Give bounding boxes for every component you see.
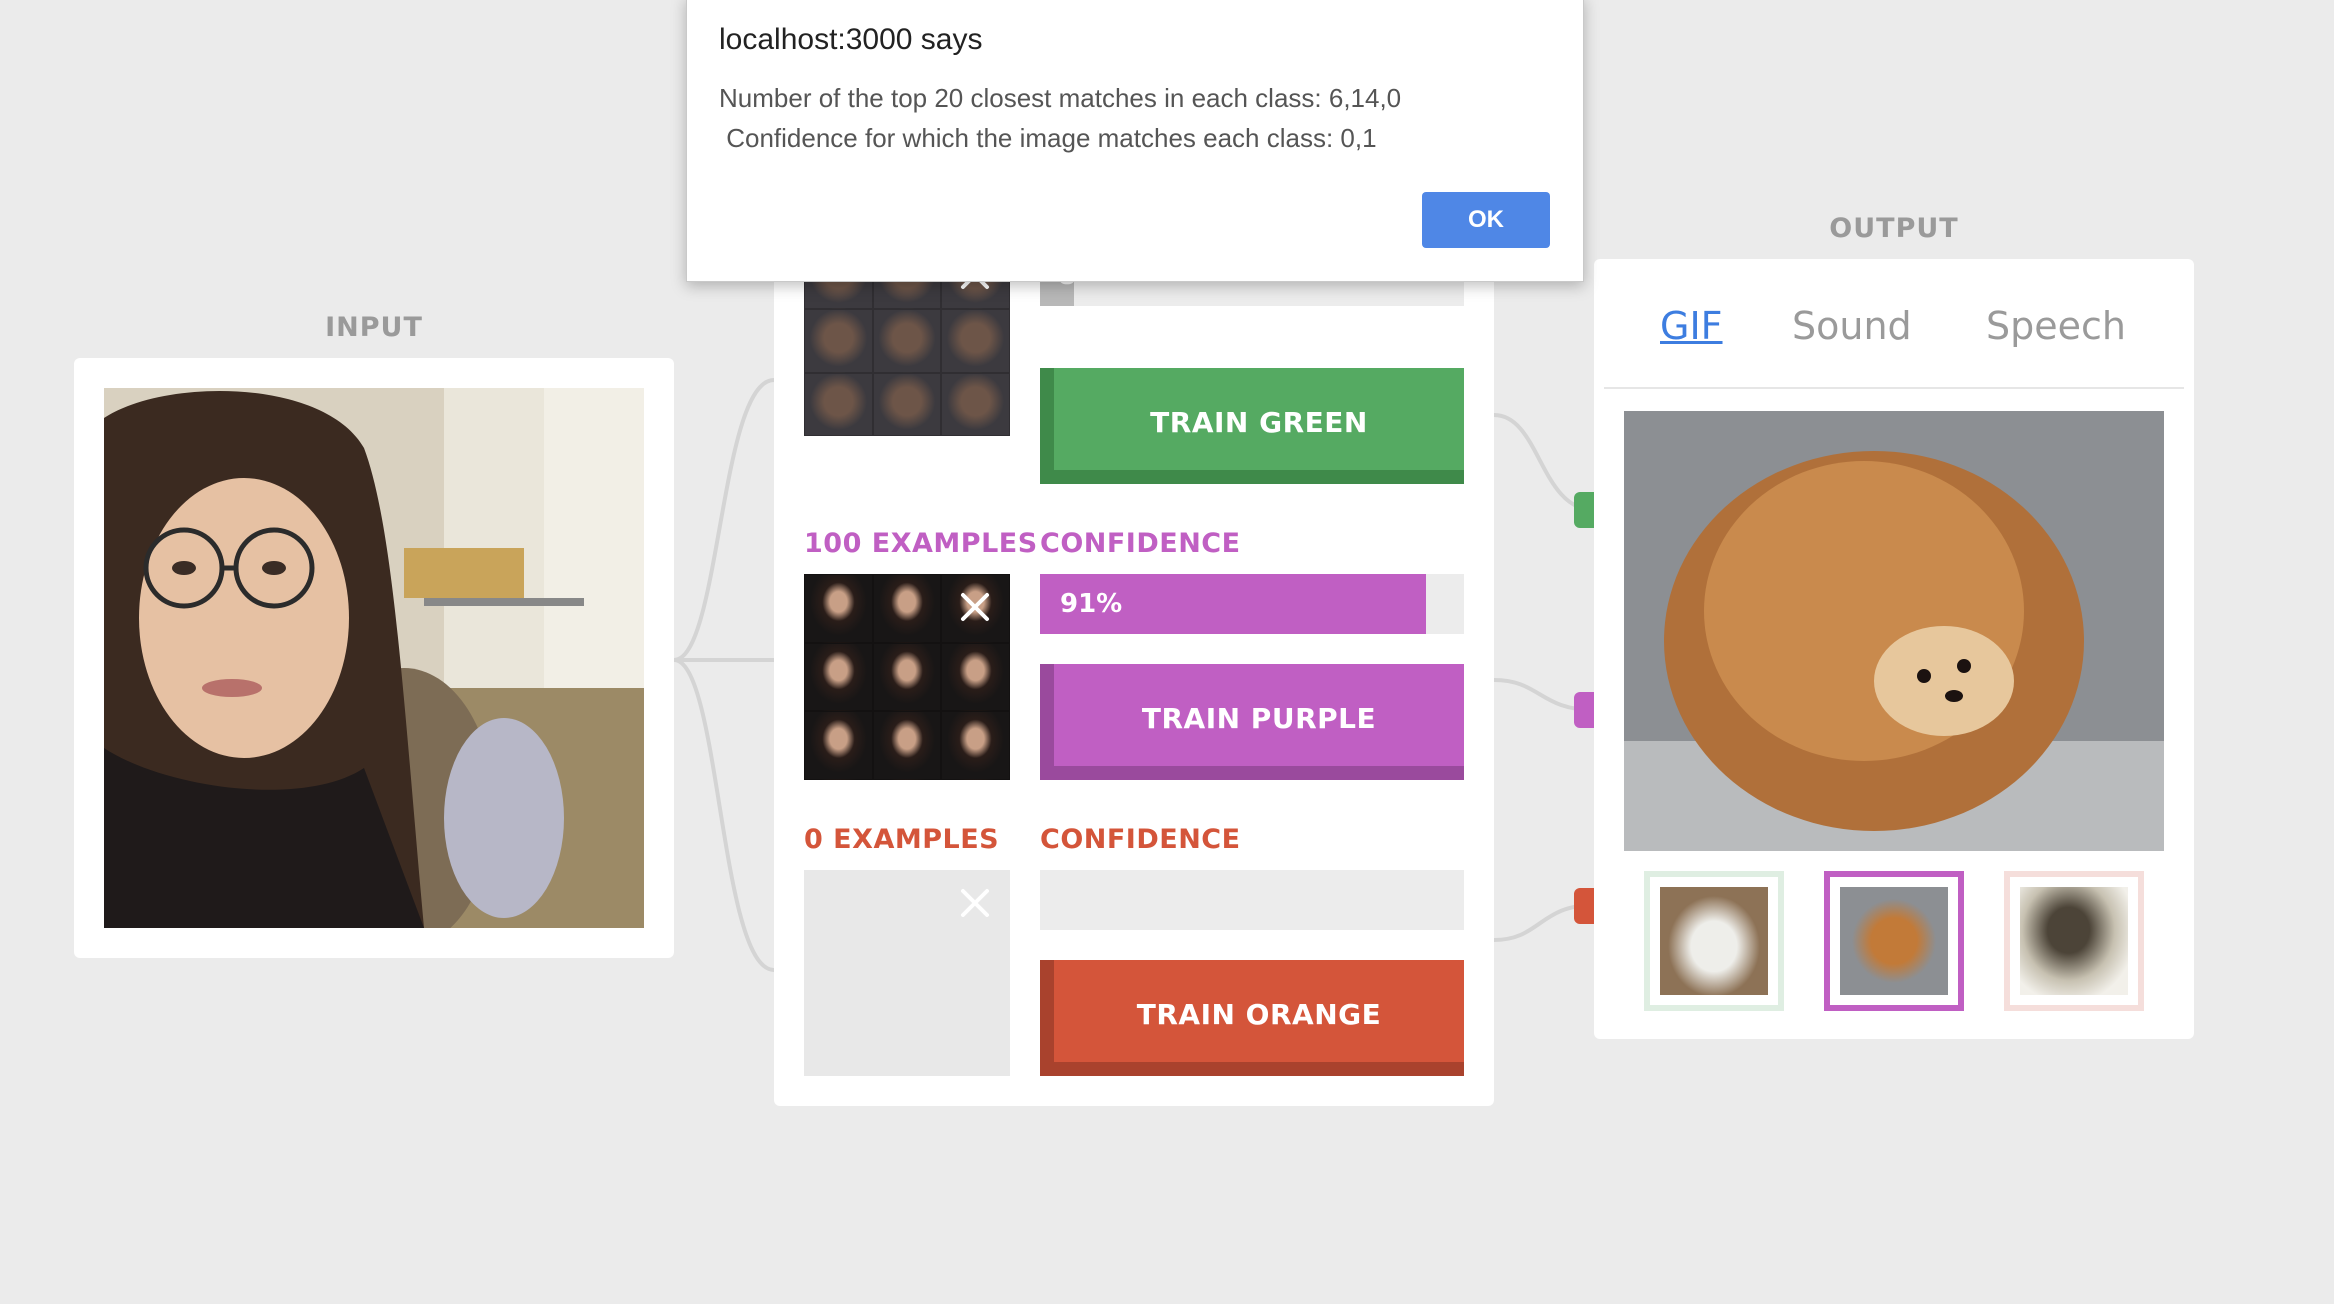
output-card: GIF Sound Speech (1594, 259, 2194, 1039)
purple-examples-count: 100 EXAMPLES (804, 528, 1038, 559)
purple-confidence-label: CONFIDENCE (1040, 528, 1241, 559)
orange-output-tab (1574, 888, 1594, 924)
dialog-title: localhost:3000 says (719, 23, 983, 56)
green-output-tab (1574, 492, 1594, 528)
example-thumb (804, 309, 873, 373)
gif-thumb-purple[interactable] (1824, 871, 1964, 1011)
example-thumb (941, 711, 1010, 780)
output-gif (1624, 411, 2164, 851)
purple-confidence-bar: 91% (1040, 574, 1464, 634)
input-title: INPUT (325, 312, 423, 343)
dialog-message-line-2: Confidence for which the image matches e… (719, 123, 1377, 153)
example-thumb (804, 642, 873, 712)
clear-purple-examples-button[interactable] (958, 590, 992, 624)
train-green-label: TRAIN GREEN (1150, 405, 1368, 439)
ok-button[interactable]: OK (1422, 192, 1550, 248)
tab-gif[interactable]: GIF (1660, 304, 1723, 348)
train-orange-label: TRAIN ORANGE (1136, 997, 1382, 1031)
train-purple-label: TRAIN PURPLE (1141, 701, 1377, 735)
clear-orange-examples-button[interactable] (958, 886, 992, 920)
tab-speech[interactable]: Speech (1986, 304, 2126, 348)
train-green-button[interactable]: TRAIN GREEN (1040, 368, 1464, 484)
orange-examples (804, 870, 1010, 1076)
example-thumb (872, 642, 942, 712)
purple-confidence-value: 91% (1060, 589, 1123, 619)
gif-thumb-green[interactable] (1644, 871, 1784, 1011)
gif-thumb-orange[interactable] (2004, 871, 2144, 1011)
orange-confidence-label: CONFIDENCE (1040, 824, 1241, 855)
example-thumb (872, 574, 942, 643)
example-thumb (804, 711, 873, 780)
orange-examples-count: 0 EXAMPLES (804, 824, 1000, 855)
example-thumb (941, 642, 1010, 712)
output-title: OUTPUT (1829, 213, 1959, 244)
dialog-message-line-1: Number of the top 20 closest matches in … (719, 83, 1402, 113)
webcam-feed (104, 388, 644, 928)
example-thumb (804, 372, 873, 436)
tab-sound[interactable]: Sound (1792, 304, 1912, 348)
train-orange-button[interactable]: TRAIN ORANGE (1040, 960, 1464, 1076)
example-thumb (941, 309, 1010, 373)
purple-examples (804, 574, 1010, 780)
example-thumb (872, 711, 942, 780)
example-thumb (872, 372, 942, 436)
purple-output-tab (1574, 692, 1594, 728)
train-purple-button[interactable]: TRAIN PURPLE (1040, 664, 1464, 780)
example-thumb (804, 574, 873, 643)
input-card (74, 358, 674, 958)
tab-divider (1604, 387, 2184, 389)
orange-confidence-bar (1040, 870, 1464, 930)
learning-card: 8 TRAIN GREEN 100 EXAMPLES CONFIDENCE 91… (774, 246, 1494, 1106)
alert-dialog: localhost:3000 says Number of the top 20… (686, 0, 1584, 282)
example-thumb (941, 372, 1010, 436)
example-thumb (872, 309, 942, 373)
